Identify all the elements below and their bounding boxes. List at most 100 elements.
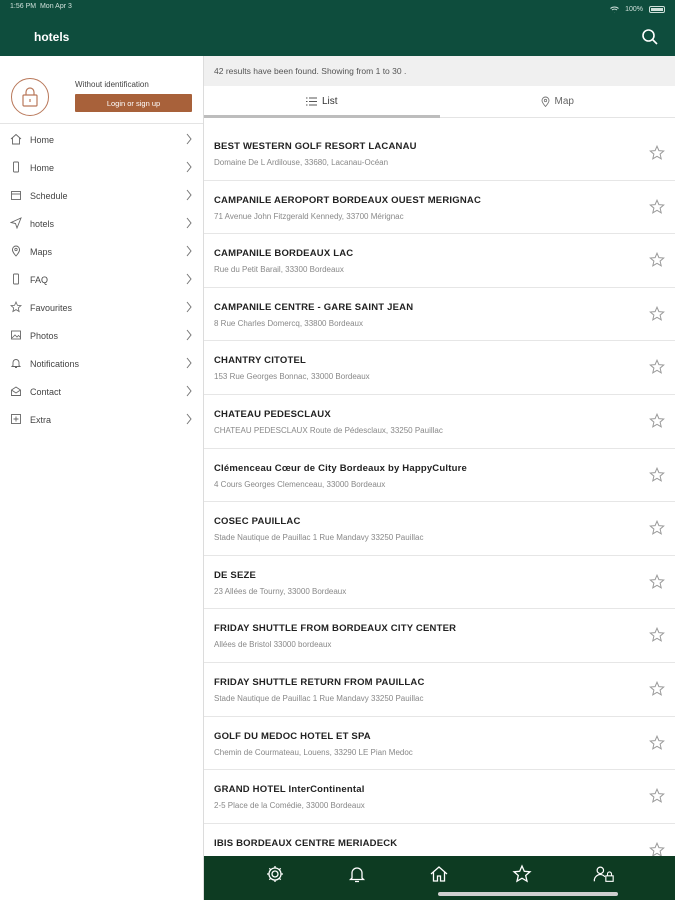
favourite-star-icon[interactable] xyxy=(649,680,665,697)
plus-icon xyxy=(11,414,21,424)
sidebar-item-notifications[interactable]: Notifications xyxy=(0,350,203,378)
pin-icon xyxy=(12,245,20,257)
user-lock-icon xyxy=(593,866,614,882)
hotel-row[interactable]: CAMPANILE CENTRE - GARE SAINT JEAN 8 Rue … xyxy=(204,288,675,342)
avatar[interactable] xyxy=(11,78,49,116)
sidebar-item-label: hotels xyxy=(30,219,55,229)
sidebar-menu: Home Home Schedule hotels Maps FAQ Favou… xyxy=(0,126,203,434)
favourite-star-icon[interactable] xyxy=(649,412,665,429)
hotel-row[interactable]: CHATEAU PEDESCLAUX CHATEAU PEDESCLAUX Rou… xyxy=(204,395,675,449)
nav-settings[interactable] xyxy=(264,863,286,885)
hotel-name: CAMPANILE BORDEAUX LAC xyxy=(214,248,354,260)
identification-status: Without identification xyxy=(75,80,149,89)
sidebar-item-label: Home xyxy=(30,163,55,173)
favourite-star-icon[interactable] xyxy=(649,788,665,804)
search-icon[interactable] xyxy=(641,28,659,46)
chevron-right-icon xyxy=(186,133,192,145)
tab-list-label: List xyxy=(321,96,338,107)
sidebar-item-label: Extra xyxy=(30,415,52,425)
star-icon xyxy=(512,864,532,883)
page-title: hotels xyxy=(34,30,70,44)
sidebar-item-contact[interactable]: Contact xyxy=(0,378,203,406)
favourite-star-icon[interactable] xyxy=(649,734,665,751)
lock-icon xyxy=(22,87,38,107)
hotel-name: GRAND HOTEL InterContinental xyxy=(214,784,365,796)
chevron-right-icon xyxy=(186,357,192,369)
sidebar-item-schedule[interactable]: Schedule xyxy=(0,182,203,210)
status-time: 1:56 PM xyxy=(10,3,37,10)
sidebar-item-label: Favourites xyxy=(30,303,73,313)
hotel-address: 8 Rue Charles Domercq, 33800 Bordeaux xyxy=(214,318,363,328)
sidebar-item-photos[interactable]: Photos xyxy=(0,322,203,350)
hotel-row[interactable]: CAMPANILE BORDEAUX LAC Rue du Petit Barai… xyxy=(204,234,675,288)
hotel-name: FRIDAY SHUTTLE FROM BORDEAUX CITY CENTER xyxy=(214,623,457,635)
hotel-address: Allées de Bristol 33000 bordeaux xyxy=(214,640,332,650)
hotel-address: Domaine De L Ardilouse, 33680, Lacanau-O… xyxy=(214,158,389,167)
tab-map-label: Map xyxy=(554,96,574,107)
sidebar-item-extra[interactable]: Extra xyxy=(0,406,203,434)
hotel-name: COSEC PAUILLAC xyxy=(214,516,301,528)
hotel-row[interactable]: COSEC PAUILLAC Stade Nautique de Pauillac… xyxy=(204,502,675,556)
favourite-star-icon[interactable] xyxy=(649,520,665,536)
hotel-address: 4 Cours Georges Clemenceau, 33000 Bordea… xyxy=(214,479,386,489)
settings-icon xyxy=(267,866,284,882)
hotel-name: CAMPANILE AEROPORT BORDEAUX OUEST MERIGN… xyxy=(214,194,482,206)
hotel-address: Stade Nautique de Pauillac 1 Rue Mandavy… xyxy=(214,533,424,543)
sidebar-item-faq[interactable]: FAQ xyxy=(0,266,203,294)
nav-home[interactable] xyxy=(428,863,450,885)
hotel-row[interactable]: GOLF DU MEDOC HOTEL ET SPA Chemin de Cour… xyxy=(204,717,675,771)
chevron-right-icon xyxy=(186,385,192,397)
hotel-address: 71 Avenue John Fitzgerald Kennedy, 33700… xyxy=(214,211,404,221)
nav-account[interactable] xyxy=(593,863,615,885)
main-content: 42 results have been found. Showing from… xyxy=(204,56,675,878)
hotel-row[interactable]: FRIDAY SHUTTLE FROM BORDEAUX CITY CENTER… xyxy=(204,609,675,663)
bell-icon xyxy=(349,867,366,883)
chevron-right-icon xyxy=(186,301,192,313)
sidebar-item-home[interactable]: Home xyxy=(0,126,203,154)
status-date: Mon Apr 3 xyxy=(39,3,72,10)
sidebar-item-label: Schedule xyxy=(30,191,68,201)
calendar-icon xyxy=(11,191,21,200)
status-bar: 1:56 PM Mon Apr 3 100% xyxy=(10,3,665,15)
nav-favourites[interactable] xyxy=(511,863,533,885)
chevron-right-icon xyxy=(186,161,192,173)
sidebar: Without identification Login or sign up … xyxy=(0,56,204,900)
hotel-name: BEST WESTERN GOLF RESORT LACANAU xyxy=(214,141,417,152)
chevron-right-icon xyxy=(186,217,192,229)
hotel-row[interactable]: GRAND HOTEL InterContinental 2-5 Place de… xyxy=(204,770,675,824)
hotel-row[interactable]: Clémenceau Cœur de City Bordeaux by Happ… xyxy=(204,449,675,503)
favourite-star-icon[interactable] xyxy=(649,359,665,375)
tab-map[interactable]: Map xyxy=(440,86,675,117)
favourite-star-icon[interactable] xyxy=(649,466,665,483)
sidebar-item-label: Notifications xyxy=(30,359,80,369)
hotel-row[interactable]: FRIDAY SHUTTLE RETURN FROM PAUILLAC Stade… xyxy=(204,663,675,717)
hotel-name: GOLF DU MEDOC HOTEL ET SPA xyxy=(214,730,371,742)
sidebar-item-hotels[interactable]: hotels xyxy=(0,210,203,238)
favourite-star-icon[interactable] xyxy=(649,198,665,215)
sidebar-item-favourites[interactable]: Favourites xyxy=(0,294,203,322)
hotel-name: IBIS BORDEAUX CENTRE MERIADECK xyxy=(214,837,398,849)
sidebar-item-home-2[interactable]: Home xyxy=(0,154,203,182)
phone-icon xyxy=(13,273,19,285)
view-tabs: List Map xyxy=(204,86,675,118)
battery-percent: 100% xyxy=(625,5,643,13)
favourite-star-icon[interactable] xyxy=(649,145,665,161)
favourite-star-icon[interactable] xyxy=(649,252,665,268)
wifi-icon xyxy=(610,6,619,12)
chevron-right-icon xyxy=(186,273,192,285)
hotel-row[interactable]: CHANTRY CITOTEL 153 Rue Georges Bonnac, 3… xyxy=(204,341,675,395)
results-summary: 42 results have been found. Showing from… xyxy=(204,56,675,86)
sidebar-item-maps[interactable]: Maps xyxy=(0,238,203,266)
star-icon xyxy=(10,301,22,313)
hotel-row[interactable]: DE SEZE 23 Allées de Tourny, 33000 Bordea… xyxy=(204,556,675,610)
hotel-address: CHATEAU PEDESCLAUX Route de Pédesclaux, … xyxy=(214,425,443,435)
home-indicator xyxy=(438,892,618,896)
favourite-star-icon[interactable] xyxy=(649,627,665,643)
hotel-row[interactable]: CAMPANILE AEROPORT BORDEAUX OUEST MERIGN… xyxy=(204,181,675,235)
login-button[interactable]: Login or sign up xyxy=(75,94,192,112)
favourite-star-icon[interactable] xyxy=(649,305,665,322)
hotel-row[interactable]: BEST WESTERN GOLF RESORT LACANAU Domaine … xyxy=(204,127,675,181)
nav-notifications[interactable] xyxy=(346,863,368,885)
favourite-star-icon[interactable] xyxy=(649,573,665,590)
tab-list[interactable]: List xyxy=(204,86,440,118)
